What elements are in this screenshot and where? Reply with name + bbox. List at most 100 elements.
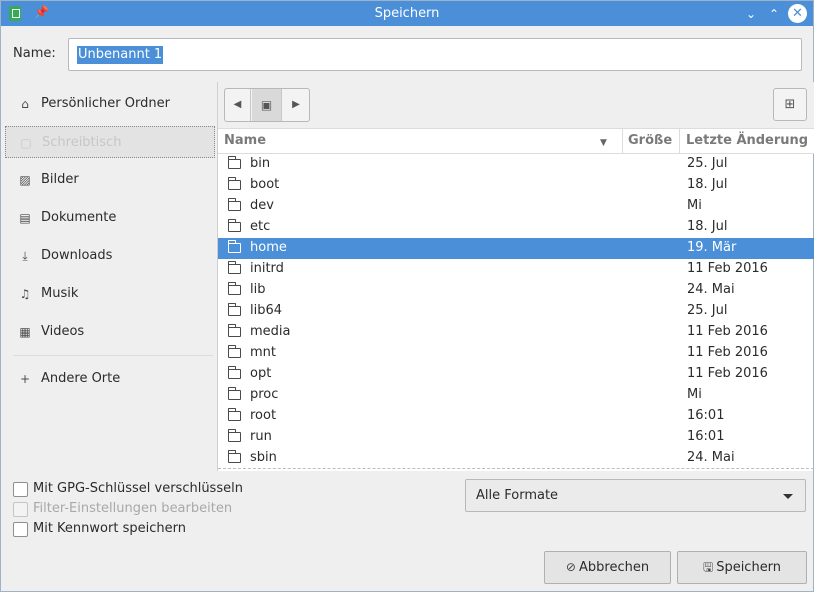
folder-icon bbox=[228, 303, 241, 316]
file-name: run bbox=[250, 429, 272, 444]
save-icon: 🖫 bbox=[702, 560, 714, 574]
file-name: sbin bbox=[250, 450, 277, 465]
download-icon: ⤓ bbox=[22, 249, 28, 263]
home-icon: ⌂ bbox=[21, 97, 29, 111]
file-row[interactable]: run 16:01 bbox=[218, 427, 814, 448]
sidebar-item-downloads[interactable]: ⤓ Downloads bbox=[5, 240, 215, 272]
folder-icon bbox=[228, 219, 241, 232]
file-browser: ◀ ▣ ▶ ⊞ Name ▼ Größe Letzte Änderung bin… bbox=[217, 82, 814, 471]
save-button[interactable]: 🖫 Speichern bbox=[677, 551, 807, 584]
new-folder-button[interactable]: ⊞ bbox=[773, 88, 807, 121]
chevron-down-icon bbox=[783, 494, 793, 499]
list-bottom-border bbox=[218, 468, 814, 469]
places-sidebar: ⌂ Persönlicher Ordner ▢ Schreibtisch ▨ B… bbox=[3, 82, 216, 471]
minimize-button[interactable]: ⌄ bbox=[742, 5, 760, 23]
cancel-icon: ⊘ bbox=[565, 560, 576, 574]
path-back-button[interactable]: ◀ bbox=[225, 89, 251, 121]
path-toolbar: ◀ ▣ ▶ ⊞ bbox=[218, 82, 814, 128]
file-name: home bbox=[250, 240, 287, 255]
close-button[interactable]: ✕ bbox=[788, 4, 807, 23]
file-modified: 24. Mai bbox=[687, 282, 735, 297]
file-row[interactable]: lib64 25. Jul bbox=[218, 301, 814, 322]
file-row[interactable]: initrd 11 Feb 2016 bbox=[218, 259, 814, 280]
file-modified: 11 Feb 2016 bbox=[687, 366, 768, 381]
file-name: lib64 bbox=[250, 303, 283, 318]
file-row[interactable]: opt 11 Feb 2016 bbox=[218, 364, 814, 385]
file-row[interactable]: dev Mi bbox=[218, 196, 814, 217]
sidebar-item-documents[interactable]: ▤ Dokumente bbox=[5, 202, 215, 234]
sidebar-item-desktop[interactable]: ▢ Schreibtisch bbox=[5, 126, 215, 158]
folder-icon bbox=[228, 429, 241, 442]
file-row[interactable]: home 19. Mär bbox=[218, 238, 814, 259]
file-row[interactable]: lib 24. Mai bbox=[218, 280, 814, 301]
file-row[interactable]: proc Mi bbox=[218, 385, 814, 406]
file-modified: 11 Feb 2016 bbox=[687, 261, 768, 276]
filename-input[interactable]: Unbenannt 1 bbox=[68, 38, 802, 71]
sidebar-item-label: Videos bbox=[41, 324, 85, 339]
pictures-icon: ▨ bbox=[19, 173, 31, 187]
save-label: Speichern bbox=[716, 560, 782, 575]
cancel-button[interactable]: ⊘ Abbrechen bbox=[544, 551, 671, 584]
path-bar: ◀ ▣ ▶ bbox=[224, 88, 310, 122]
sidebar-item-pictures[interactable]: ▨ Bilder bbox=[5, 164, 215, 196]
folder-icon bbox=[228, 198, 241, 211]
file-row[interactable]: etc 18. Jul bbox=[218, 217, 814, 238]
path-forward-button[interactable]: ▶ bbox=[283, 89, 309, 121]
column-name-header[interactable]: Name bbox=[224, 133, 266, 148]
filter-checkbox bbox=[13, 502, 28, 517]
file-modified: 16:01 bbox=[687, 408, 725, 423]
password-checkbox[interactable] bbox=[13, 522, 28, 537]
file-modified: 16:01 bbox=[687, 429, 725, 444]
sidebar-divider bbox=[13, 355, 213, 356]
cancel-label: Abbrechen bbox=[578, 560, 650, 575]
folder-icon bbox=[228, 366, 241, 379]
filename-input-value: Unbenannt 1 bbox=[77, 46, 164, 64]
file-row[interactable]: bin 25. Jul bbox=[218, 154, 814, 175]
file-row[interactable]: mnt 11 Feb 2016 bbox=[218, 343, 814, 364]
sidebar-item-label: Bilder bbox=[41, 172, 79, 187]
maximize-button[interactable]: ⌃ bbox=[765, 5, 783, 23]
file-row[interactable]: root 16:01 bbox=[218, 406, 814, 427]
sidebar-item-label: Downloads bbox=[41, 248, 113, 263]
column-modified-header[interactable]: Letzte Änderung bbox=[686, 133, 808, 148]
file-name: opt bbox=[250, 366, 272, 381]
sidebar-item-videos[interactable]: ▦ Videos bbox=[5, 316, 215, 348]
save-dialog: 📌 Speichern ⌄ ⌃ ✕ Name: Unbenannt 1 ⌂ Pe… bbox=[0, 0, 814, 592]
column-divider bbox=[622, 129, 623, 154]
format-select-value: Alle Formate bbox=[476, 488, 559, 503]
gpg-checkbox[interactable] bbox=[13, 482, 28, 497]
column-size-header[interactable]: Größe bbox=[628, 133, 672, 148]
file-modified: 25. Jul bbox=[687, 156, 728, 171]
documents-icon: ▤ bbox=[19, 211, 31, 225]
sidebar-item-other-locations[interactable]: + Andere Orte bbox=[5, 363, 215, 395]
sidebar-item-label: Persönlicher Ordner bbox=[41, 96, 170, 111]
title-bar: 📌 Speichern ⌄ ⌃ ✕ bbox=[1, 1, 813, 26]
folder-icon bbox=[228, 387, 241, 400]
music-icon: ♫ bbox=[19, 287, 31, 301]
window-title: Speichern bbox=[374, 6, 440, 21]
folder-icon bbox=[228, 282, 241, 295]
file-row[interactable]: media 11 Feb 2016 bbox=[218, 322, 814, 343]
folder-icon bbox=[228, 240, 241, 253]
file-modified: 18. Jul bbox=[687, 219, 728, 234]
file-name: media bbox=[250, 324, 291, 339]
plus-icon: + bbox=[19, 372, 31, 386]
password-label: Mit Kennwort speichern bbox=[33, 521, 186, 536]
name-label: Name: bbox=[13, 46, 56, 61]
video-icon: ▦ bbox=[19, 325, 31, 339]
sidebar-item-music[interactable]: ♫ Musik bbox=[5, 278, 215, 310]
file-row[interactable]: sbin 24. Mai bbox=[218, 448, 814, 469]
file-name: proc bbox=[250, 387, 279, 402]
file-modified: Mi bbox=[687, 198, 702, 213]
drive-icon[interactable]: ▣ bbox=[252, 89, 282, 121]
sidebar-item-home[interactable]: ⌂ Persönlicher Ordner bbox=[5, 88, 215, 120]
column-header: Name ▼ Größe Letzte Änderung bbox=[218, 128, 814, 154]
file-name: mnt bbox=[250, 345, 276, 360]
file-modified: 18. Jul bbox=[687, 177, 728, 192]
format-select[interactable]: Alle Formate bbox=[465, 479, 806, 512]
sidebar-item-label: Dokumente bbox=[41, 210, 117, 225]
file-modified: 19. Mär bbox=[687, 240, 737, 255]
file-name: boot bbox=[250, 177, 280, 192]
sort-down-icon: ▼ bbox=[600, 138, 607, 148]
file-row[interactable]: boot 18. Jul bbox=[218, 175, 814, 196]
